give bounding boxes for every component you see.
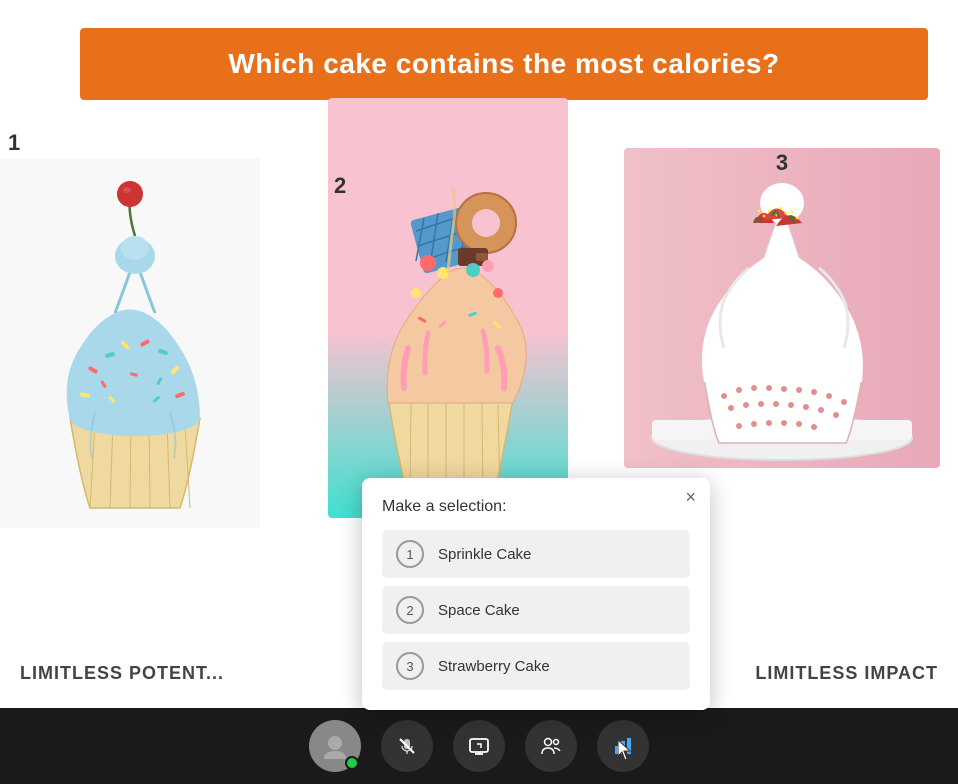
popup-option-3[interactable]: 3 Strawberry Cake [382, 642, 690, 690]
option-1-label: Sprinkle Cake [438, 546, 531, 563]
option-2-number: 2 [396, 596, 424, 624]
popup-option-1[interactable]: 1 Sprinkle Cake [382, 530, 690, 578]
cake-1-frame: 1 [0, 158, 260, 528]
question-banner: Which cake contains the most calories? [80, 28, 928, 100]
cake-3-frame: 3 [624, 148, 940, 468]
cake-2-frame: 2 [328, 98, 568, 518]
cake-3-number: 3 [776, 150, 788, 176]
mic-button[interactable] [381, 720, 433, 772]
option-3-number: 3 [396, 652, 424, 680]
popup-close-button[interactable]: × [685, 488, 696, 506]
avatar-button[interactable] [309, 720, 361, 772]
popup-title: Make a selection: [382, 498, 690, 516]
people-button[interactable] [525, 720, 577, 772]
bottom-right-text: LIMITLESS IMPACT [755, 663, 938, 684]
cake-2-image [328, 98, 568, 518]
screen-share-icon [467, 734, 491, 758]
screen-share-button[interactable] [453, 720, 505, 772]
bottom-left-text: LIMITLESS POTENT... [20, 663, 224, 684]
avatar-icon [320, 731, 350, 761]
option-2-label: Space Cake [438, 602, 520, 619]
mic-icon [395, 734, 419, 758]
option-1-number: 1 [396, 540, 424, 568]
chart-icon [611, 734, 635, 758]
question-text: Which cake contains the most calories? [228, 48, 779, 80]
popup-option-2[interactable]: 2 Space Cake [382, 586, 690, 634]
cake-1-number: 1 [8, 130, 20, 156]
cake-1-image [0, 158, 260, 528]
selection-popup: × Make a selection: 1 Sprinkle Cake 2 Sp… [362, 478, 710, 710]
online-status-dot [345, 756, 359, 770]
bottom-toolbar [0, 708, 958, 784]
people-icon [539, 734, 563, 758]
cake-3-image [624, 148, 940, 468]
option-3-label: Strawberry Cake [438, 658, 550, 675]
cake-2-number: 2 [334, 173, 346, 199]
chart-button[interactable] [597, 720, 649, 772]
